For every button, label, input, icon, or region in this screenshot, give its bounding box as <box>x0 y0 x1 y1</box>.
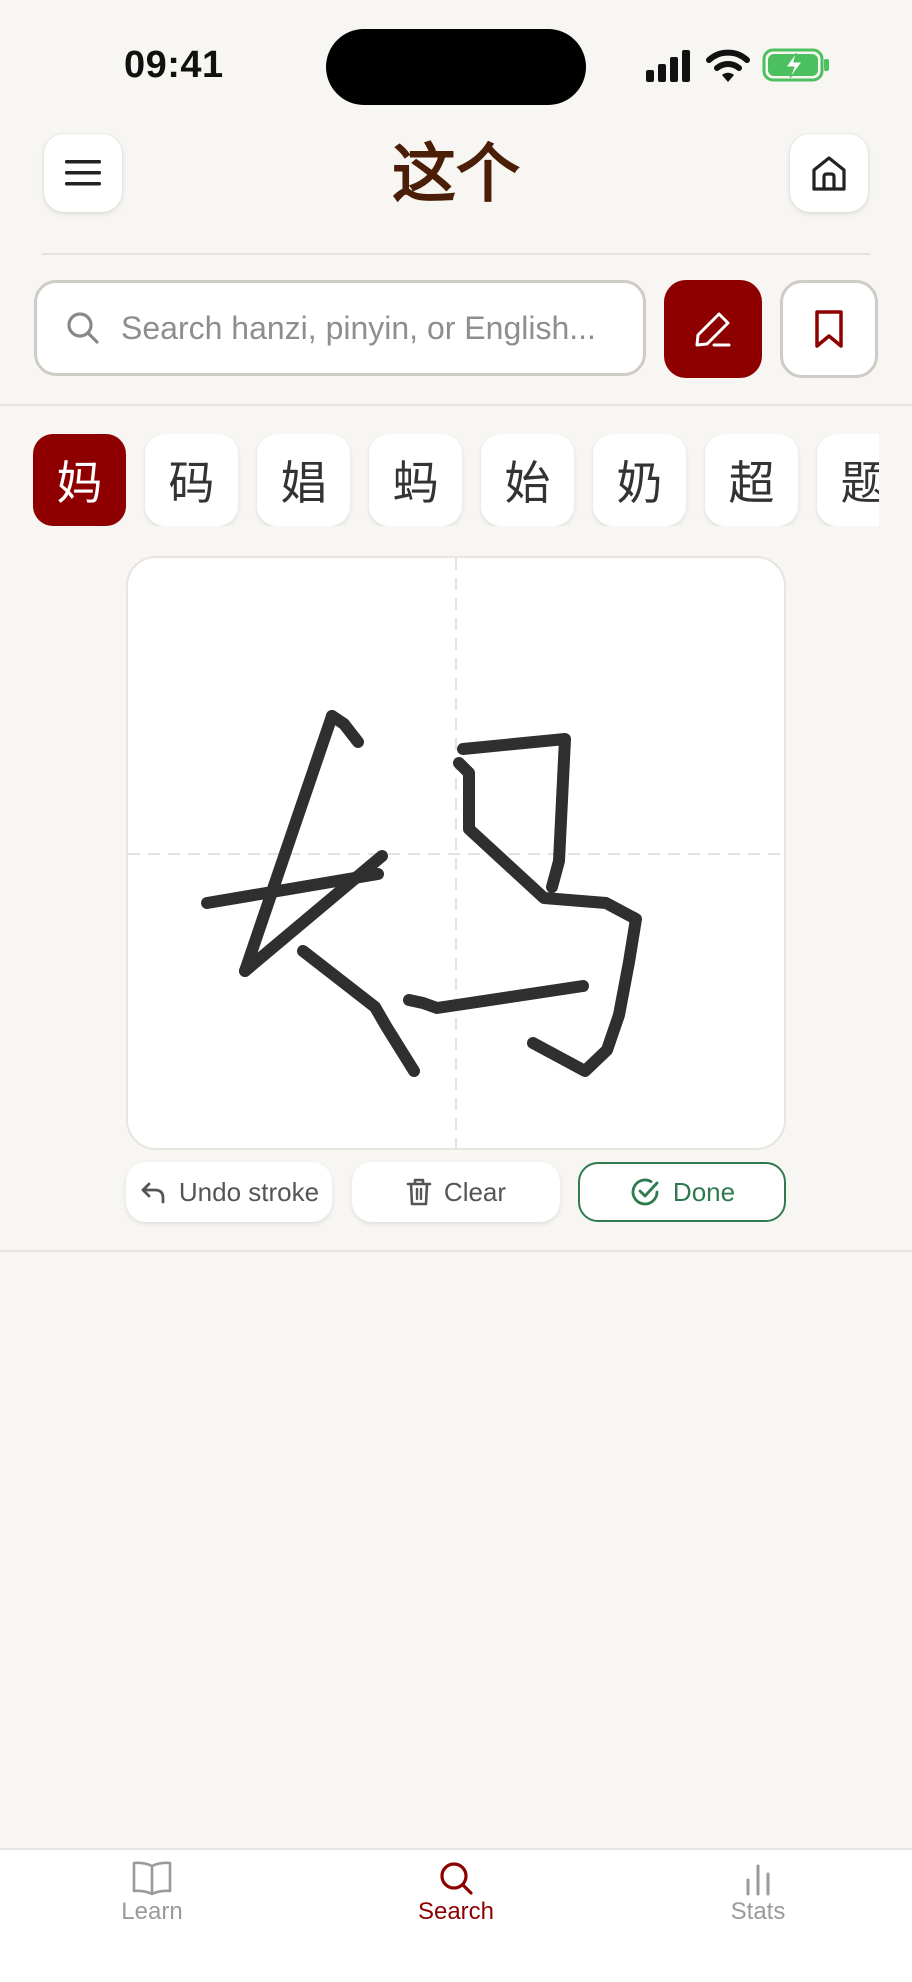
tab-stats-label: Stats <box>730 1898 786 1925</box>
candidate-list: 妈 码 娼 蚂 始 奶 超 题 <box>33 434 879 526</box>
candidate-chip[interactable]: 超 <box>705 434 798 526</box>
handwriting-toggle-button[interactable] <box>664 280 762 378</box>
clear-label: Clear <box>443 1176 507 1207</box>
search-divider <box>0 404 912 406</box>
bookmarks-button[interactable] <box>780 280 878 378</box>
trash-icon <box>406 1178 432 1206</box>
bookmark-icon <box>815 310 843 348</box>
tab-stats[interactable]: Stats <box>658 1860 858 1950</box>
pen-icon <box>695 312 731 347</box>
home-button[interactable] <box>790 134 868 212</box>
tab-search[interactable]: Search <box>356 1860 556 1950</box>
tab-search-label: Search <box>417 1898 495 1925</box>
dynamic-island <box>326 29 586 105</box>
candidate-chip[interactable]: 娼 <box>257 434 350 526</box>
bar-chart-icon <box>746 1864 770 1896</box>
app-title: 这个 <box>392 137 520 212</box>
content-divider <box>0 1250 912 1252</box>
menu-icon <box>65 160 101 186</box>
book-icon <box>132 1861 172 1896</box>
header-divider <box>42 253 870 255</box>
stroke <box>326 710 364 748</box>
search-bar[interactable] <box>34 280 646 376</box>
stroke <box>297 945 420 1077</box>
home-icon <box>812 156 846 191</box>
cellular-signal-icon <box>646 50 690 82</box>
menu-button[interactable] <box>44 134 122 212</box>
clear-button[interactable]: Clear <box>352 1162 560 1222</box>
candidate-chip[interactable]: 奶 <box>593 434 686 526</box>
stroke <box>403 980 589 1014</box>
check-circle-icon <box>631 1178 659 1206</box>
undo-stroke-label: Undo stroke <box>178 1176 320 1207</box>
candidate-chip[interactable]: 码 <box>145 434 238 526</box>
wifi-icon <box>706 49 750 82</box>
status-time: 09:41 <box>124 44 224 86</box>
done-button[interactable]: Done <box>578 1162 786 1222</box>
search-icon <box>440 1862 473 1895</box>
candidate-chip[interactable]: 妈 <box>33 434 126 526</box>
tab-learn[interactable]: Learn <box>52 1860 252 1950</box>
search-input[interactable] <box>119 308 623 348</box>
done-label: Done <box>672 1176 736 1207</box>
search-icon <box>67 312 99 344</box>
undo-stroke-button[interactable]: Undo stroke <box>126 1162 332 1222</box>
handwriting-canvas[interactable] <box>126 556 786 1150</box>
undo-icon <box>141 1182 165 1204</box>
tab-bar: Learn Search Stats <box>0 1848 912 1982</box>
tab-learn-label: Learn <box>121 1898 183 1925</box>
battery-charging-icon <box>762 48 829 82</box>
candidate-chip[interactable]: 始 <box>481 434 574 526</box>
stroke <box>453 757 642 1077</box>
candidate-chip[interactable]: 蚂 <box>369 434 462 526</box>
candidate-chip[interactable]: 题 <box>817 434 879 526</box>
handwriting-strokes <box>128 558 784 1148</box>
